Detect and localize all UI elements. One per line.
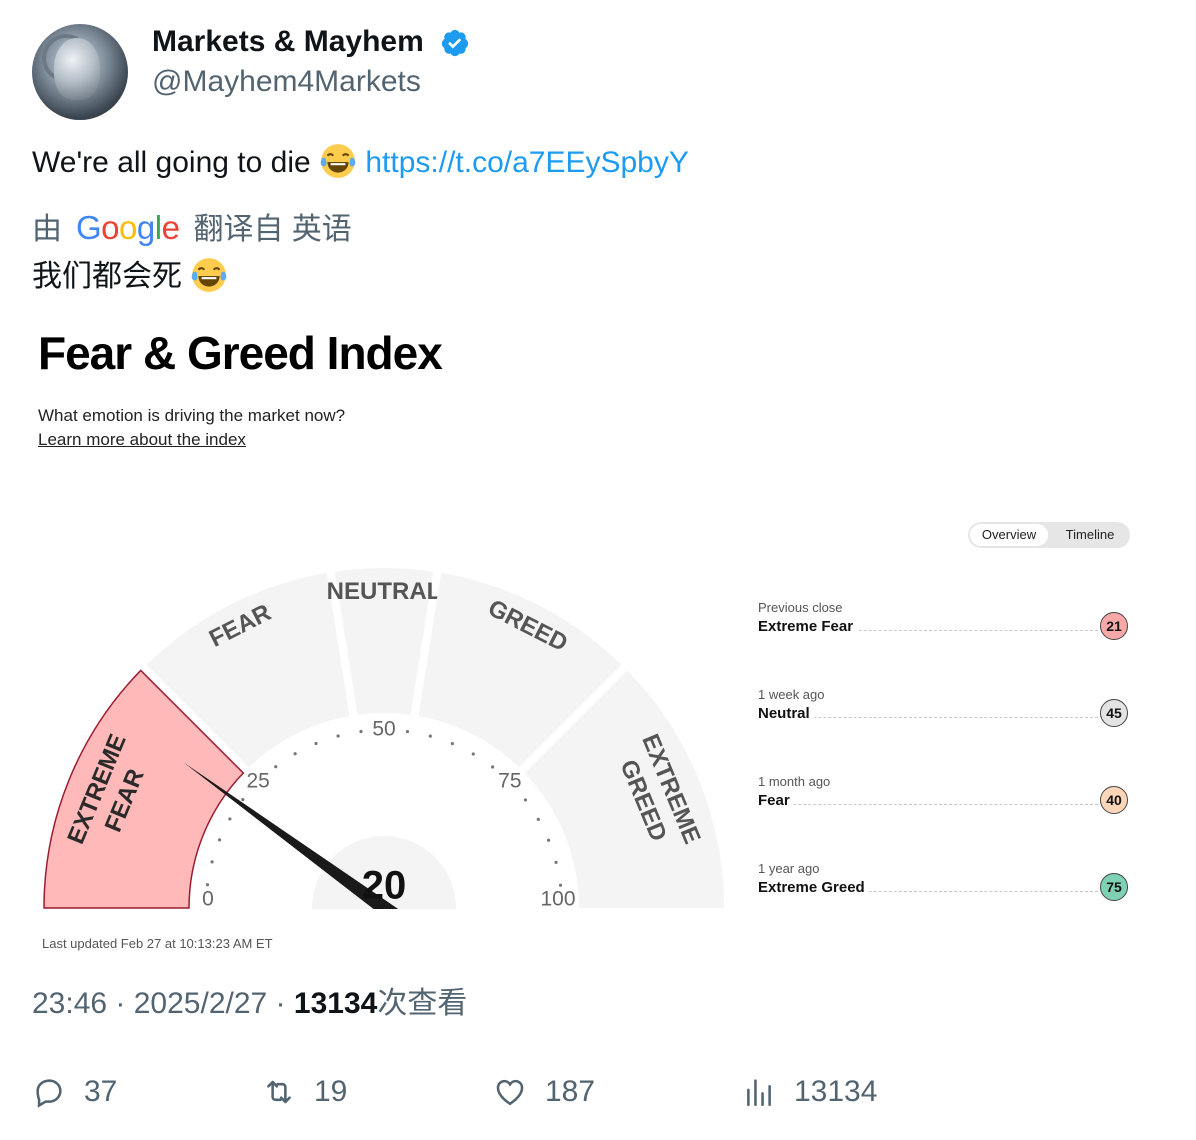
gauge-scale-dot: [536, 817, 540, 821]
tears-of-joy-emoji-icon: [192, 258, 227, 292]
learn-more-link: Learn more about the index: [38, 430, 246, 449]
fear-greed-subtitle: What emotion is driving the market now?: [38, 406, 346, 425]
author-name[interactable]: Markets & Mayhem: [152, 24, 470, 60]
tweet-time[interactable]: 23:46: [32, 987, 107, 1020]
history-when: Previous close: [758, 600, 843, 615]
history-rating: Extreme Greed: [758, 879, 869, 896]
gauge-tick-label: 0: [202, 888, 214, 911]
gauge-scale-dot: [228, 817, 232, 821]
fear-greed-title: Fear & Greed Index: [38, 327, 443, 379]
reply-icon: [36, 1079, 62, 1108]
gauge-scale-dot: [205, 883, 210, 887]
translated-body: 我们都会死: [32, 260, 182, 293]
gauge-scale-dot: [241, 797, 245, 802]
views-count: 13134: [293, 987, 378, 1020]
gauge-scale-dot: [523, 798, 528, 802]
repost-count: 19: [314, 1075, 348, 1108]
reply-button[interactable]: 37: [32, 1070, 117, 1114]
tweet-text: We're all going to die https://t.co/a7EE…: [32, 142, 689, 183]
gauge-scale-dot: [558, 883, 563, 887]
reply-count: 37: [84, 1075, 118, 1108]
author-handle[interactable]: @Mayhem4Markets: [152, 64, 421, 100]
view-toggle: Overview Timeline: [968, 522, 1130, 548]
last-updated: Last updated Feb 27 at 10:13:23 AM ET: [42, 936, 273, 951]
gauge-segment-label: NEUTRAL: [327, 578, 442, 605]
history-value-badge: 45: [1100, 699, 1128, 727]
gauge-value: 20: [362, 864, 407, 908]
tears-of-joy-emoji-icon: [320, 144, 356, 178]
gauge-tick-label: 50: [372, 718, 395, 741]
views-button[interactable]: 13134: [742, 1070, 877, 1114]
translation-prefix: 由: [32, 213, 62, 246]
history-when: 1 month ago: [758, 774, 831, 789]
history-rating: Fear: [758, 792, 794, 809]
gauge-tick-label: 25: [246, 770, 269, 793]
avatar-face: [54, 38, 100, 100]
views-suffix: 次查看: [377, 987, 468, 1020]
heart-icon: [496, 1079, 524, 1106]
history-when: 1 year ago: [758, 861, 820, 876]
history-value-badge: 40: [1100, 786, 1128, 814]
verified-badge-icon: [442, 29, 469, 57]
history-dotted-line: [758, 804, 1098, 805]
gauge-scale-dot: [359, 729, 363, 734]
history-rating: Neutral: [758, 705, 814, 722]
repost-button[interactable]: 19: [262, 1070, 347, 1114]
analytics-bars-icon: [747, 1079, 771, 1107]
tweet-body: We're all going to die: [32, 146, 311, 179]
views-action-count: 13134: [794, 1075, 878, 1108]
gauge-scale-dot: [547, 838, 551, 842]
repost-icon: [267, 1080, 291, 1104]
fear-greed-card[interactable]: Fear & Greed Index What emotion is drivi…: [32, 318, 1142, 968]
gauge-scale-dot: [314, 741, 318, 746]
toggle-overview: Overview: [970, 524, 1048, 546]
history-rating: Extreme Fear: [758, 618, 858, 635]
history-when: 1 week ago: [758, 687, 825, 702]
gauge-scale-dot: [450, 742, 454, 746]
history-value-badge: 75: [1100, 873, 1128, 901]
tweet-date[interactable]: 2025/2/27: [134, 987, 267, 1020]
gauge-tick-label: 75: [498, 770, 521, 793]
gauge-scale-dot: [405, 729, 410, 734]
translation-suffix: 翻译自 英语: [193, 213, 352, 246]
toggle-timeline: Timeline: [1065, 527, 1115, 542]
history-item: 1 week ago Neutral 45: [758, 687, 1128, 747]
history-item: 1 year ago Extreme Greed 75: [758, 861, 1128, 921]
gauge-scale-dot: [210, 860, 214, 864]
fear-greed-gauge: EXTREMEFEARFEARNEUTRALGREEDEXTREMEGREED0…: [32, 568, 752, 958]
history-value-badge: 21: [1100, 612, 1128, 640]
gauge-scale-dot: [471, 752, 475, 756]
gauge-scale-dot: [274, 765, 278, 769]
gauge-scale-dot: [336, 734, 340, 738]
like-button[interactable]: 187: [493, 1070, 595, 1114]
gauge-scale-dot: [428, 734, 432, 738]
history-item: 1 month ago Fear 40: [758, 774, 1128, 834]
gauge-scale-dot: [554, 860, 558, 864]
action-bar: 37 19 187 13134: [0, 1070, 1196, 1114]
translation-attribution[interactable]: 由 Google 翻译自 英语: [32, 208, 352, 250]
tweet-meta: 23:46 · 2025/2/27 · 13134次查看: [32, 987, 468, 1020]
gauge-scale-dot: [491, 765, 495, 769]
avatar[interactable]: [32, 24, 128, 120]
history-item: Previous close Extreme Fear 21: [758, 600, 1128, 660]
tweet-link[interactable]: https://t.co/a7EEySpbyY: [365, 146, 689, 179]
like-count: 187: [545, 1075, 596, 1108]
google-logo: Google: [76, 209, 180, 246]
author-name-text: Markets & Mayhem: [152, 25, 424, 58]
gauge-scale-dot: [217, 838, 222, 842]
translated-text: 我们都会死: [32, 256, 228, 297]
gauge-scale-dot: [293, 752, 297, 756]
gauge-tick-label: 100: [540, 888, 575, 911]
